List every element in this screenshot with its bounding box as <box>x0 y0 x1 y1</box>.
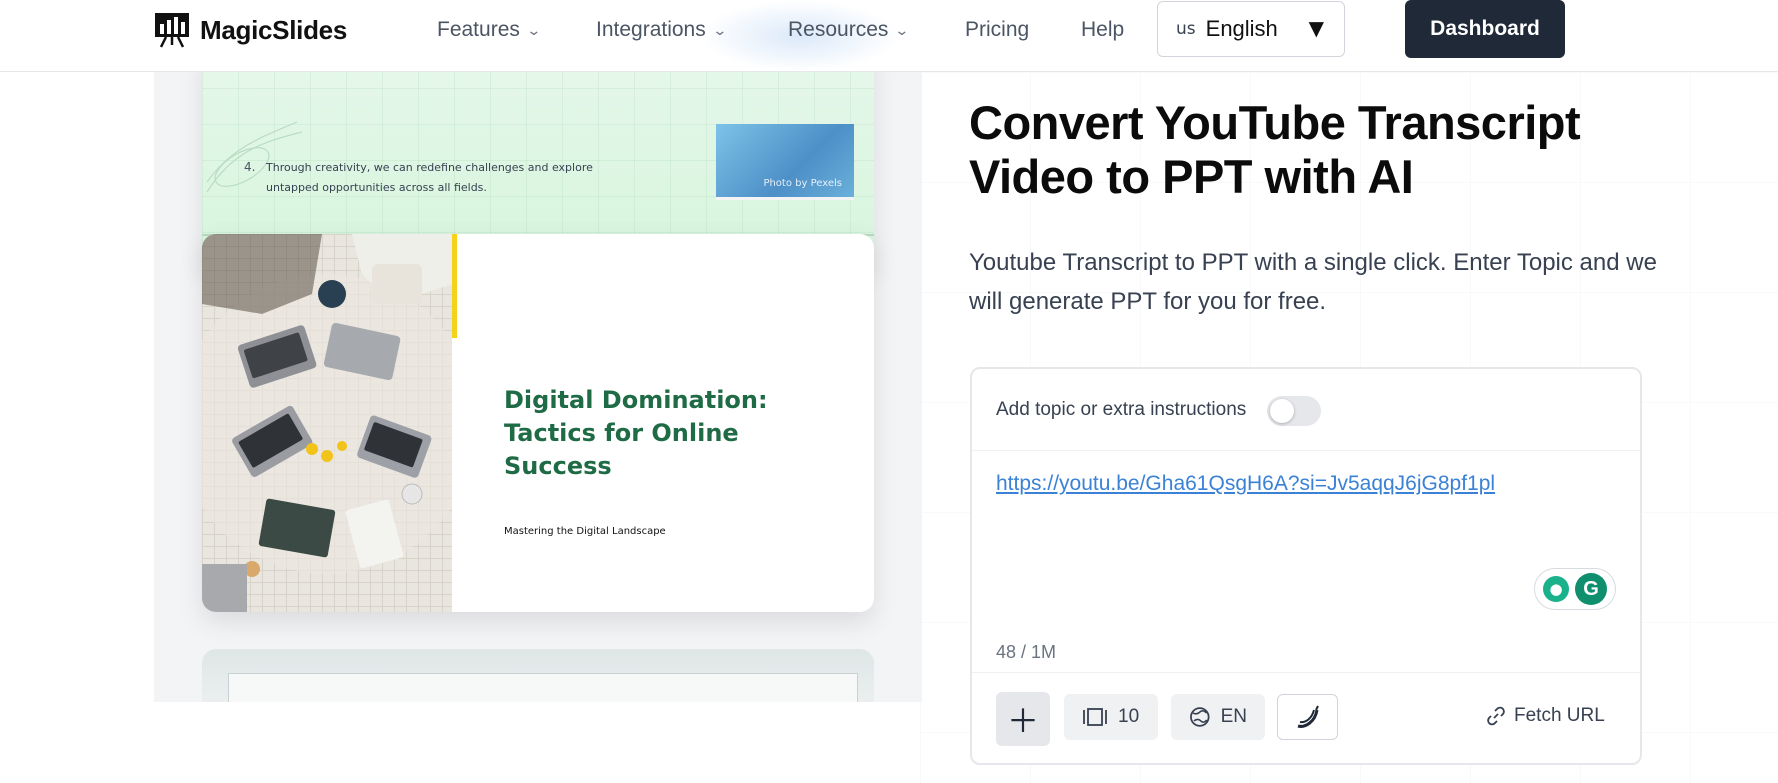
slide-photo <box>202 234 477 612</box>
slide-list-text: Through creativity, we can redefine chal… <box>266 161 593 194</box>
extra-instructions-toggle[interactable] <box>1267 396 1321 426</box>
office-table-photo <box>202 234 477 612</box>
nav-resources[interactable]: Resources ⌄ <box>788 18 910 42</box>
page-description: Youtube Transcript to PPT with a single … <box>969 249 1657 315</box>
slide-subtitle: Mastering the Digital Landscape <box>504 526 666 537</box>
slides-icon <box>1083 708 1107 726</box>
language-select[interactable]: us English ▼ <box>1157 1 1345 57</box>
globe-icon <box>1190 707 1210 727</box>
language-code: us <box>1176 19 1196 39</box>
slide-preview-panel[interactable]: 4. Through creativity, we can redefine c… <box>154 72 922 702</box>
link-icon <box>1487 706 1505 726</box>
grammarly-widget[interactable]: ● G <box>1534 568 1616 610</box>
slides-count-button[interactable]: 10 <box>1064 694 1158 740</box>
nav-features-label: Features <box>437 18 520 41</box>
slide-frame <box>228 673 858 702</box>
slides-count: 10 <box>1118 706 1140 727</box>
fetch-url-button[interactable]: Fetch URL <box>1486 705 1605 727</box>
chevron-down-icon: ⌄ <box>526 21 542 38</box>
banana-theme-icon <box>1297 705 1319 728</box>
lightbulb-icon: ● <box>1543 576 1569 602</box>
caret-down-icon: ▼ <box>1308 16 1324 40</box>
extra-instructions-label: Add topic or extra instructions <box>996 399 1247 420</box>
nav-help-label: Help <box>1081 18 1125 41</box>
theme-button[interactable] <box>1277 694 1338 740</box>
extra-instructions-row: Add topic or extra instructions <box>972 369 1640 451</box>
logo-text: MagicSlides <box>200 14 347 45</box>
slide-photo: Photo by Pexels <box>716 124 854 200</box>
nav-resources-label: Resources <box>788 18 889 41</box>
form-toolbar: ＋ 10 EN Fetch URL <box>972 672 1640 763</box>
chevron-down-icon: ⌄ <box>894 21 910 38</box>
slide-title: Digital Domination: Tactics for Online S… <box>504 386 768 480</box>
accent-bar <box>452 234 457 338</box>
top-navbar: MagicSlides Features ⌄ Integrations ⌄ Re… <box>0 0 1778 72</box>
nav-help[interactable]: Help <box>1081 18 1124 42</box>
nav-integrations-label: Integrations <box>596 18 706 41</box>
add-button[interactable]: ＋ <box>996 692 1050 746</box>
grammarly-icon: G <box>1575 573 1607 605</box>
photo-credit: Photo by Pexels <box>763 178 842 189</box>
list-number: 4. <box>244 160 256 174</box>
youtube-url-input[interactable]: https://youtu.be/Gha61QsgH6A?si=Jv5aqqJ6… <box>996 472 1495 496</box>
presentation-board-icon <box>154 12 190 48</box>
nav-features[interactable]: Features ⌄ <box>437 18 542 42</box>
fetch-url-label: Fetch URL <box>1514 705 1605 726</box>
language-button[interactable]: EN <box>1171 694 1265 740</box>
logo[interactable]: MagicSlides <box>154 12 347 48</box>
nav-pricing[interactable]: Pricing <box>965 18 1029 42</box>
generator-form: Add topic or extra instructions https://… <box>970 367 1642 765</box>
nav-pricing-label: Pricing <box>965 18 1030 41</box>
preview-slide-3 <box>202 649 874 702</box>
page-title: Convert YouTube Transcript Video to PPT … <box>969 96 1581 203</box>
plus-icon: ＋ <box>1006 702 1039 740</box>
language-label: English <box>1205 16 1278 41</box>
char-counter: 48 / 1M <box>996 642 1057 662</box>
chevron-down-icon: ⌄ <box>711 21 728 38</box>
dashboard-button[interactable]: Dashboard <box>1405 0 1565 58</box>
nav-integrations[interactable]: Integrations ⌄ <box>596 18 728 42</box>
toggle-knob <box>1270 399 1294 423</box>
language-code-label: EN <box>1220 706 1247 727</box>
preview-slide-2: Digital Domination: Tactics for Online S… <box>202 234 874 612</box>
